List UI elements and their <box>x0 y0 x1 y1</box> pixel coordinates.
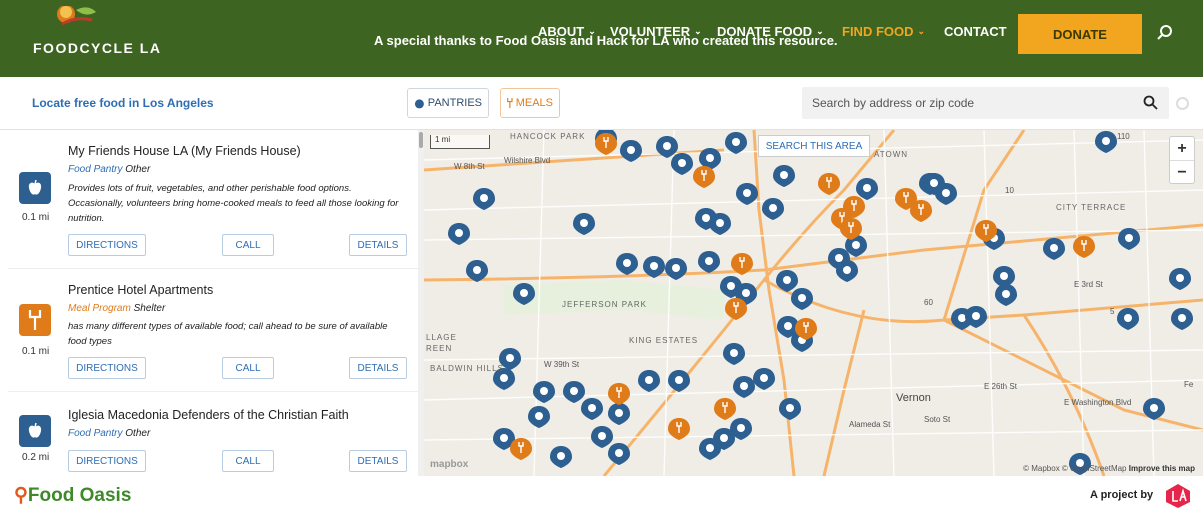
pantries-filter-button[interactable]: PANTRIES <box>407 88 489 118</box>
donate-button[interactable]: DONATE <box>1018 14 1142 54</box>
apple-icon <box>19 415 51 447</box>
map-label: W 8th St <box>454 162 485 171</box>
map-label: E Washington Blvd <box>1064 398 1132 407</box>
list-item[interactable]: Iglesia Macedonia Defenders of the Chris… <box>8 393 418 476</box>
directions-button[interactable]: DIRECTIONS <box>68 234 146 256</box>
project-credit: A project by <box>1090 489 1154 501</box>
search-icon[interactable] <box>1156 24 1174 42</box>
distance-label: 0.1 mi <box>22 346 50 357</box>
chevron-down-icon: ⌄ <box>917 26 926 36</box>
list-scrollbar-thumb[interactable] <box>419 132 423 148</box>
zoom-control: + − <box>1169 136 1195 184</box>
details-button[interactable]: DETAILS <box>349 234 407 256</box>
food-oasis-logo[interactable]: ⚲Food Oasis <box>14 484 131 507</box>
details-button[interactable]: DETAILS <box>349 450 407 472</box>
nav-find-food[interactable]: FIND FOOD ⌄ <box>842 24 925 39</box>
result-category: Food Pantry Other <box>68 428 151 439</box>
address-search-input[interactable]: Search by address or zip code <box>802 87 1169 119</box>
route-shield: 60 <box>924 298 933 307</box>
results-list[interactable]: My Friends House LA (My Friends House) F… <box>0 130 418 476</box>
map-label: JEFFERSON PARK <box>562 300 647 309</box>
map-label: Alameda St <box>849 420 891 429</box>
list-item[interactable]: Prentice Hotel Apartments Meal Program S… <box>8 270 418 392</box>
list-item[interactable]: My Friends House LA (My Friends House) F… <box>8 130 418 269</box>
map-pins <box>448 130 1193 475</box>
map-label: E 3rd St <box>1074 280 1103 289</box>
map-view[interactable]: 1 mi SEARCH THIS AREA + − HANCOCK PARK W… <box>424 130 1203 476</box>
map-label: REEN <box>426 344 453 353</box>
directions-button[interactable]: DIRECTIONS <box>68 357 146 379</box>
map-attribution[interactable]: © Mapbox © OpenStreetMap Improve this ma… <box>1023 464 1195 473</box>
mapbox-logo[interactable]: mapbox <box>430 459 468 470</box>
zoom-in-button[interactable]: + <box>1170 137 1194 161</box>
result-name[interactable]: Prentice Hotel Apartments <box>68 283 213 297</box>
map-label: LLAGE <box>426 333 457 342</box>
chevron-down-icon: ⌄ <box>588 26 596 36</box>
result-description: Provides lots of fruit, vegetables, and … <box>68 183 399 224</box>
fork-icon <box>507 98 513 108</box>
map-label: Vernon <box>896 392 931 404</box>
result-description: has many different types of available fo… <box>68 321 388 347</box>
route-shield: 5 <box>1110 307 1115 316</box>
nav-volunteer[interactable]: VOLUNTEER ⌄ <box>610 24 702 39</box>
chevron-down-icon: ⌄ <box>694 26 702 36</box>
nav-contact[interactable]: CONTACT <box>944 24 1007 39</box>
result-category: Food Pantry Other <box>68 164 151 175</box>
page-title: Locate free food in Los Angeles <box>32 96 214 110</box>
map-label: W 39th St <box>544 360 580 369</box>
map-scale: 1 mi <box>430 135 490 149</box>
route-shield: 10 <box>1005 186 1014 195</box>
map-label: E 26th St <box>984 382 1017 391</box>
meals-filter-button[interactable]: MEALS <box>500 88 560 118</box>
search-toolbar: Locate free food in Los Angeles PANTRIES… <box>0 77 1203 130</box>
map-label: BALDWIN HILLS <box>430 364 504 373</box>
map-label: Fe <box>1184 380 1194 389</box>
fork-icon <box>19 304 51 336</box>
map-label: Wilshire Blvd <box>504 156 551 165</box>
result-name[interactable]: Iglesia Macedonia Defenders of the Chris… <box>68 408 349 422</box>
result-name[interactable]: My Friends House LA (My Friends House) <box>68 144 301 158</box>
details-button[interactable]: DETAILS <box>349 357 407 379</box>
nav-donate-food[interactable]: DONATE FOOD ⌄ <box>717 24 824 39</box>
apple-icon <box>414 99 424 109</box>
map-label: KING ESTATES <box>629 336 699 345</box>
distance-label: 0.2 mi <box>22 452 50 463</box>
hack-for-la-logo-icon[interactable] <box>1164 483 1192 509</box>
call-button[interactable]: CALL <box>222 450 274 472</box>
call-button[interactable]: CALL <box>222 234 274 256</box>
zoom-out-button[interactable]: − <box>1170 161 1194 185</box>
site-footer: ⚲Food Oasis A project by <box>0 476 1203 511</box>
site-header: FOODCYCLE LA A special thanks to Food Oa… <box>0 0 1203 77</box>
search-icon[interactable] <box>1143 95 1159 111</box>
map-label: ATOWN <box>874 150 909 159</box>
call-button[interactable]: CALL <box>222 357 274 379</box>
loading-indicator <box>1176 97 1189 110</box>
logo-text[interactable]: FOODCYCLE LA <box>33 40 161 56</box>
map-label: Soto St <box>924 415 951 424</box>
result-category: Meal Program Shelter <box>68 303 166 314</box>
apple-icon <box>19 172 51 204</box>
search-this-area-button[interactable]: SEARCH THIS AREA <box>758 135 870 157</box>
map-pin-icon: ⚲ <box>14 485 28 506</box>
nav-about[interactable]: ABOUT ⌄ <box>538 24 596 39</box>
map-label: CITY TERRACE <box>1056 203 1127 212</box>
distance-label: 0.1 mi <box>22 212 50 223</box>
route-shield: 110 <box>1117 132 1130 141</box>
directions-button[interactable]: DIRECTIONS <box>68 450 146 472</box>
foodcycle-logo-icon[interactable] <box>52 6 98 28</box>
chevron-down-icon: ⌄ <box>816 26 824 36</box>
map-label: HANCOCK PARK <box>510 132 586 141</box>
